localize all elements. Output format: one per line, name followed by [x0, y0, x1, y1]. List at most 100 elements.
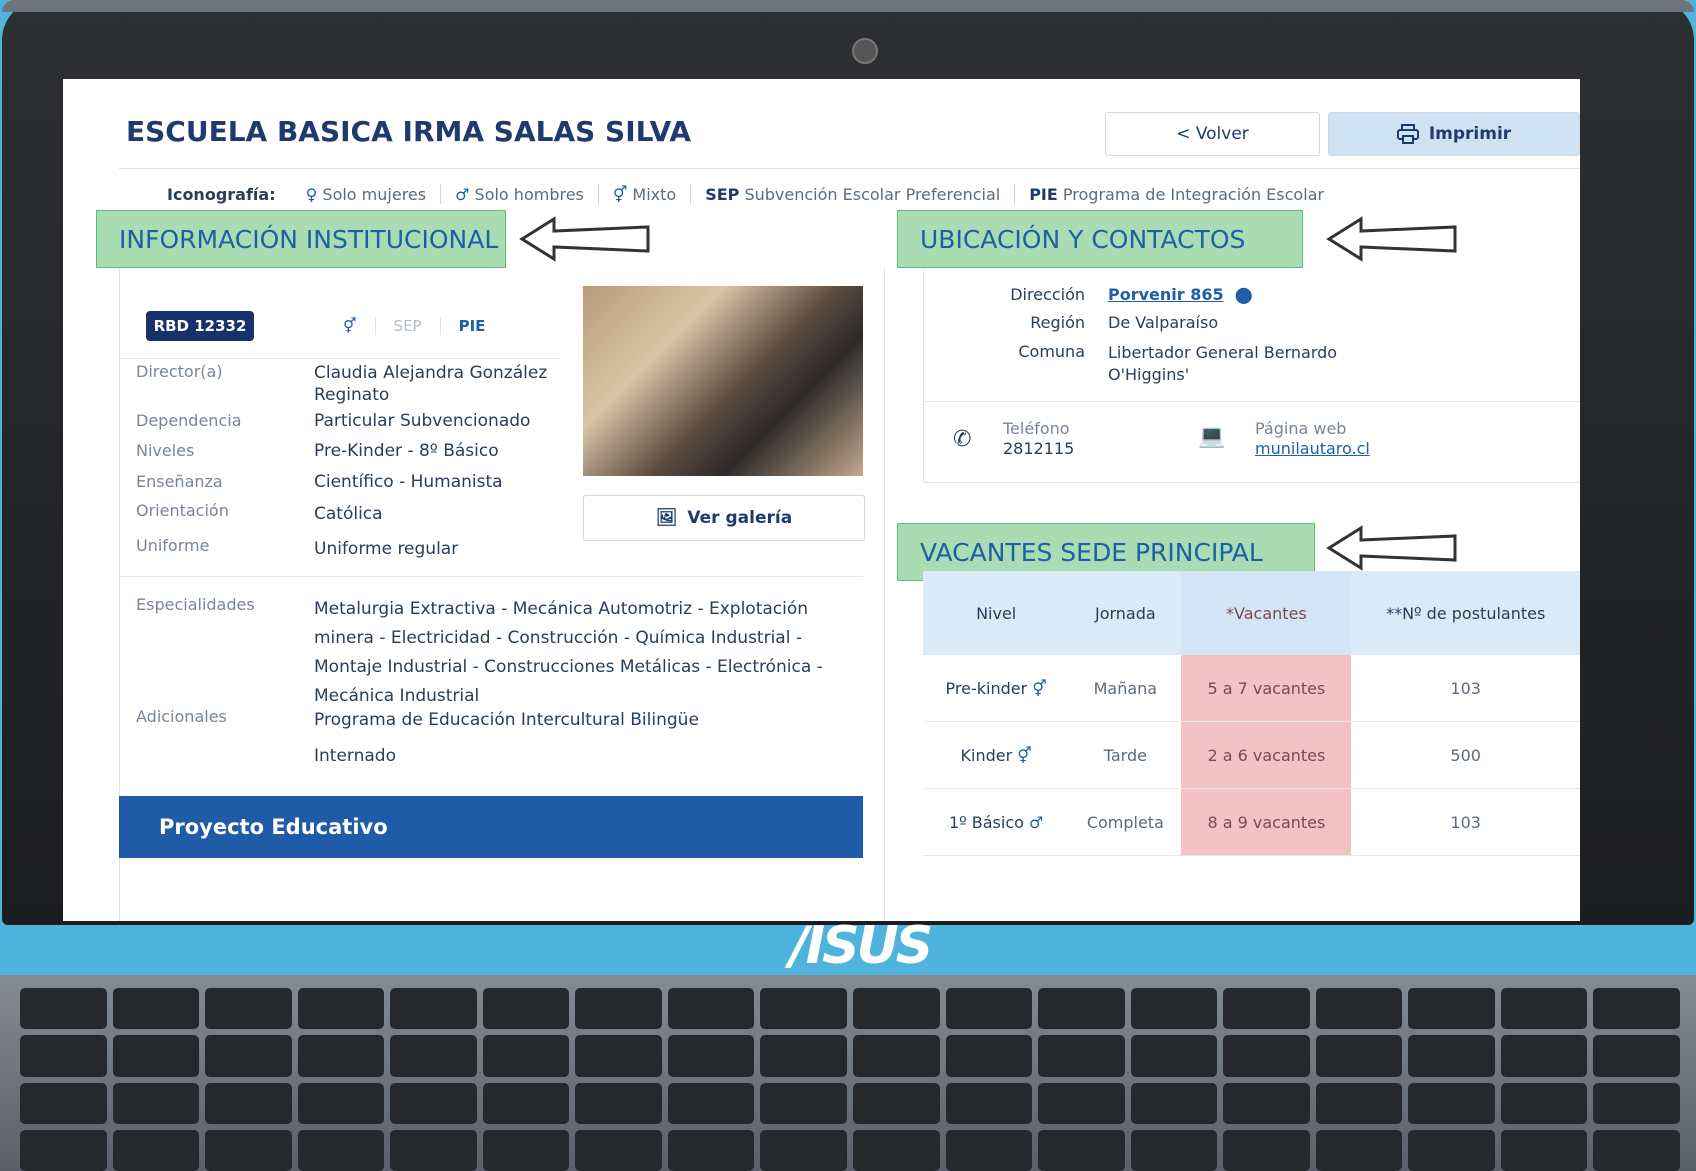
mixed-icon: ⚥ — [325, 317, 376, 335]
phone-label: Teléfono — [1003, 419, 1070, 438]
field-label: Uniforme — [136, 536, 210, 555]
cell-shift: Mañana — [1069, 655, 1182, 722]
key — [1593, 1035, 1680, 1077]
key — [112, 1082, 200, 1124]
key — [1130, 1129, 1218, 1171]
legend-pie-text: Programa de Integración Escolar — [1062, 184, 1325, 204]
key — [205, 1129, 292, 1171]
field-label: Enseñanza — [136, 472, 223, 491]
key — [853, 1082, 940, 1124]
cell-vacancies: 2 a 6 vacantes — [1181, 721, 1352, 789]
iconography-legend: Iconografía: ♀ Solo mujeres ♂ Solo hombr… — [119, 168, 1580, 204]
key — [1130, 1082, 1218, 1124]
legend-male: Solo hombres — [474, 184, 584, 204]
key — [297, 988, 385, 1030]
key — [1500, 988, 1588, 1030]
key — [1223, 1082, 1310, 1124]
specialties-value: Metalurgia Extractiva - Mecánica Automot… — [314, 599, 823, 706]
key — [1038, 1129, 1125, 1171]
phone-value[interactable]: 2812115 — [1003, 439, 1074, 458]
key — [760, 1035, 847, 1077]
section-location-header: UBICACIÓN Y CONTACTOS — [897, 210, 1303, 268]
key — [112, 1129, 200, 1171]
key — [760, 988, 847, 1030]
key — [1408, 1082, 1495, 1124]
table-row: 1º Básico ♂ Completa 8 a 9 vacantes 103 — [923, 788, 1580, 856]
additional-value: Internado — [314, 746, 396, 766]
male-icon: ♂ — [455, 184, 475, 204]
key — [1223, 1129, 1310, 1171]
key — [20, 988, 107, 1030]
key — [112, 1035, 200, 1077]
address-label: Dirección — [1010, 285, 1085, 304]
back-button[interactable]: < Volver — [1105, 112, 1320, 156]
additional-label: Adicionales — [136, 707, 227, 726]
pie-badge: PIE — [458, 317, 486, 335]
key — [390, 1129, 477, 1171]
cell-shift: Completa — [1069, 788, 1182, 856]
key — [1500, 1129, 1588, 1171]
address-link[interactable]: Porvenir 865 ⬤ — [1108, 285, 1253, 304]
map-pin-icon: ⬤ — [1229, 285, 1253, 304]
key — [945, 1082, 1033, 1124]
commune-value: Libertador General Bernardo O'Higgins' — [1108, 343, 1338, 384]
browser-screen: ESCUELA BASICA IRMA SALAS SILVA < Volver… — [63, 79, 1580, 921]
project-header[interactable]: Proyecto Educativo — [119, 796, 863, 858]
key — [575, 1082, 662, 1124]
male-icon: ♂ — [1029, 812, 1044, 832]
page-title: ESCUELA BASICA IRMA SALAS SILVA — [126, 115, 692, 148]
mixed-icon: ⚥ — [612, 184, 633, 204]
left-arrow-icon — [519, 216, 650, 262]
key — [667, 1035, 755, 1077]
left-arrow-icon — [1326, 525, 1457, 571]
key — [1500, 1035, 1588, 1077]
gallery-icon: 🖼 — [655, 508, 678, 528]
field-label: Director(a) — [136, 362, 223, 381]
key — [482, 1035, 570, 1077]
key — [1130, 988, 1218, 1030]
legend-mixed: Mixto — [632, 184, 677, 204]
legend-pie-code: PIE — [1029, 184, 1058, 204]
cell-level: Pre-kinder ⚥ — [923, 655, 1070, 722]
print-button[interactable]: Imprimir — [1328, 112, 1580, 156]
table-row: Pre-kinder ⚥ Mañana 5 a 7 vacantes 103 — [923, 655, 1580, 722]
key — [1408, 1035, 1495, 1077]
iconography-label: Iconografía: — [167, 184, 276, 204]
institution-badges: ⚥ SEP PIE — [325, 301, 503, 351]
school-photo[interactable] — [583, 286, 863, 476]
col-header-level: Nivel — [923, 571, 1070, 655]
col-header-applicants: **Nº de postulantes — [1351, 571, 1580, 655]
key — [1315, 1129, 1403, 1171]
legend-female: Solo mujeres — [322, 184, 427, 204]
key — [390, 1035, 477, 1077]
commune-label: Comuna — [1018, 342, 1085, 361]
field-value-teaching: Científico - Humanista — [314, 472, 503, 492]
laptop-icon: 💻 — [1198, 424, 1226, 449]
key — [1315, 1082, 1403, 1124]
cell-applicants: 103 — [1351, 788, 1580, 856]
print-label: Imprimir — [1428, 124, 1512, 144]
web-link[interactable]: munilautaro.cl — [1255, 439, 1370, 458]
key — [1223, 988, 1310, 1030]
key — [297, 1035, 385, 1077]
gallery-button[interactable]: 🖼 Ver galería — [583, 495, 865, 541]
laptop-lid-edge — [2, 0, 1694, 12]
key — [575, 1129, 662, 1171]
cell-applicants: 103 — [1351, 655, 1580, 722]
key — [205, 1082, 292, 1124]
col-header-vacancies: *Vacantes — [1181, 571, 1352, 655]
vacancies-table: Nivel Jornada *Vacantes **Nº de postulan… — [923, 571, 1580, 856]
key — [1315, 1035, 1403, 1077]
key — [1038, 988, 1125, 1030]
key — [20, 1129, 107, 1171]
key — [1500, 1082, 1588, 1124]
key — [667, 1129, 755, 1171]
key — [853, 1129, 940, 1171]
field-value-uniform: Uniforme regular — [314, 539, 459, 559]
key — [1593, 1129, 1680, 1171]
key — [112, 988, 200, 1030]
key — [1130, 1035, 1218, 1077]
key — [482, 988, 570, 1030]
address-value[interactable]: Porvenir 865 — [1108, 285, 1224, 304]
cell-applicants: 500 — [1351, 721, 1580, 789]
